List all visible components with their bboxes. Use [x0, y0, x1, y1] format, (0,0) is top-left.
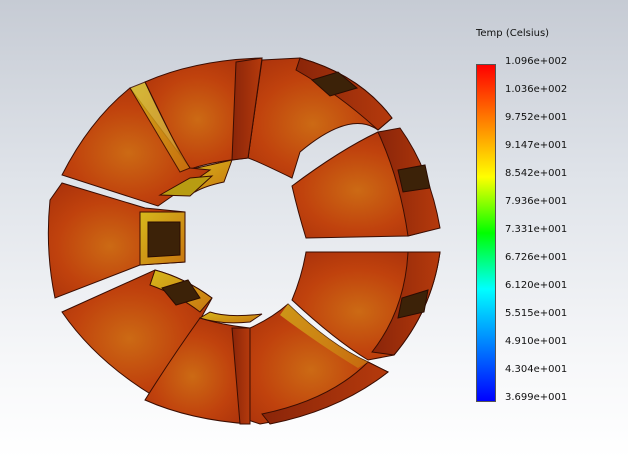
colorbar-tick-label: 4.910e+001: [505, 336, 568, 347]
segment-right-upper[interactable]: [291, 127, 441, 239]
colorbar-tick-label: 5.515e+001: [505, 308, 568, 319]
colorbar-tick-label: 3.699e+001: [505, 392, 568, 403]
legend-title: Temp (Celsius): [476, 28, 550, 39]
colorbar-tick-label: 1.036e+002: [505, 84, 568, 95]
colorbar-tick-label: 8.542e+001: [505, 168, 568, 179]
colorbar-tick-label: 4.304e+001: [505, 364, 568, 375]
colorbar-tick-label: 6.726e+001: [505, 252, 568, 263]
graphics-viewport[interactable]: Temp (Celsius) 1.096e+002 1.036e+002 9.752…: [0, 0, 628, 459]
colorbar-tick-label: 6.120e+001: [505, 280, 568, 291]
colorbar-tick-label: 1.096e+002: [505, 56, 568, 67]
colorbar-tick-label: 9.147e+001: [505, 140, 568, 151]
colorbar-tick-label: 7.936e+001: [505, 196, 568, 207]
colorbar-tick-label: 9.752e+001: [505, 112, 568, 123]
temperature-colorbar: [476, 64, 496, 402]
colorbar-tick-label: 7.331e+001: [505, 224, 568, 235]
